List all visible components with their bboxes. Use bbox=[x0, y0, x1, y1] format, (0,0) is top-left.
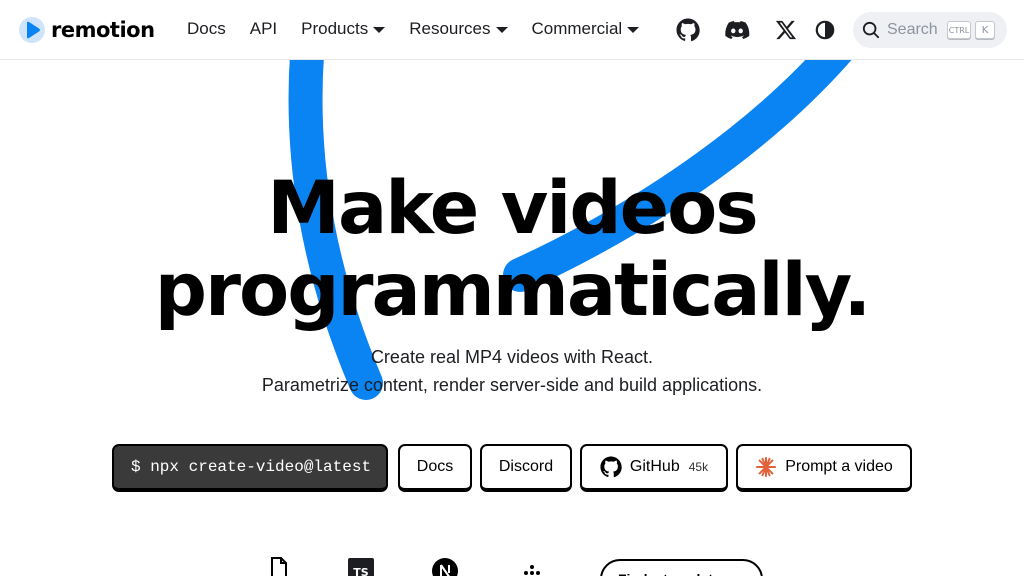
nav-resources-dropdown[interactable]: Resources bbox=[409, 19, 508, 39]
shortcut-ctrl-key: CTRL bbox=[947, 21, 971, 39]
copy-command-button[interactable]: $ npx create-video@latest bbox=[112, 444, 388, 492]
nav-docs-link[interactable]: Docs bbox=[187, 19, 226, 39]
find-template-button[interactable]: Find a template bbox=[600, 559, 763, 576]
discord-button[interactable]: Discord bbox=[480, 444, 572, 492]
github-button-label: GitHub bbox=[629, 458, 680, 475]
feature-icon-row: TS Find a template bbox=[0, 556, 1024, 576]
nav-api-link[interactable]: API bbox=[250, 19, 277, 39]
typescript-icon: TS bbox=[348, 558, 374, 576]
hero-title-line-2: programmatically. bbox=[154, 248, 871, 333]
discord-icon[interactable] bbox=[724, 18, 750, 42]
hero-title-line-1: Make videos bbox=[267, 166, 758, 251]
hero-subtitle-line-2: Parametrize content, render server-side … bbox=[261, 375, 763, 395]
top-navbar: remotion Docs API Products Resources Com… bbox=[0, 0, 1024, 60]
x-twitter-icon[interactable] bbox=[775, 19, 797, 41]
docs-button[interactable]: Docs bbox=[398, 444, 472, 492]
remotion-play-logo-icon bbox=[19, 17, 45, 43]
github-icon bbox=[600, 456, 622, 478]
chevron-down-icon bbox=[373, 27, 386, 33]
hero-subtitle: Create real MP4 videos with React. Param… bbox=[0, 343, 1024, 399]
github-star-count: 45k bbox=[688, 460, 709, 474]
search-placeholder: Search bbox=[887, 21, 938, 38]
theme-toggle-icon[interactable] bbox=[815, 20, 835, 40]
svg-text:TS: TS bbox=[353, 566, 369, 576]
hero-title: Make videos programmatically. bbox=[0, 168, 1024, 332]
nextjs-icon bbox=[432, 558, 458, 576]
nav-commercial-dropdown[interactable]: Commercial bbox=[532, 19, 640, 39]
nav-commercial-label: Commercial bbox=[531, 19, 623, 38]
chevron-down-icon bbox=[495, 27, 508, 33]
nav-products-label: Products bbox=[301, 19, 369, 38]
prompt-video-button[interactable]: Prompt a video bbox=[736, 444, 912, 492]
hero-subtitle-line-1: Create real MP4 videos with React. bbox=[370, 347, 654, 367]
file-icon bbox=[271, 557, 287, 576]
github-icon[interactable] bbox=[676, 18, 700, 42]
chevron-down-icon bbox=[627, 27, 640, 33]
nav-links: Docs API Products Resources Commercial bbox=[187, 19, 663, 39]
dots-grid-icon bbox=[524, 565, 540, 575]
shortcut-k-key: K bbox=[975, 21, 995, 39]
prompt-video-label: Prompt a video bbox=[785, 458, 893, 475]
search-box[interactable]: Search CTRL K bbox=[853, 12, 1007, 48]
remotion-logo[interactable]: remotion bbox=[18, 14, 155, 46]
search-icon bbox=[862, 21, 880, 39]
brand-name: remotion bbox=[51, 18, 155, 42]
nav-resources-label: Resources bbox=[409, 19, 491, 38]
github-button[interactable]: GitHub 45k bbox=[580, 444, 728, 492]
sparkle-burst-icon bbox=[756, 457, 777, 477]
nav-products-dropdown[interactable]: Products bbox=[301, 19, 386, 39]
